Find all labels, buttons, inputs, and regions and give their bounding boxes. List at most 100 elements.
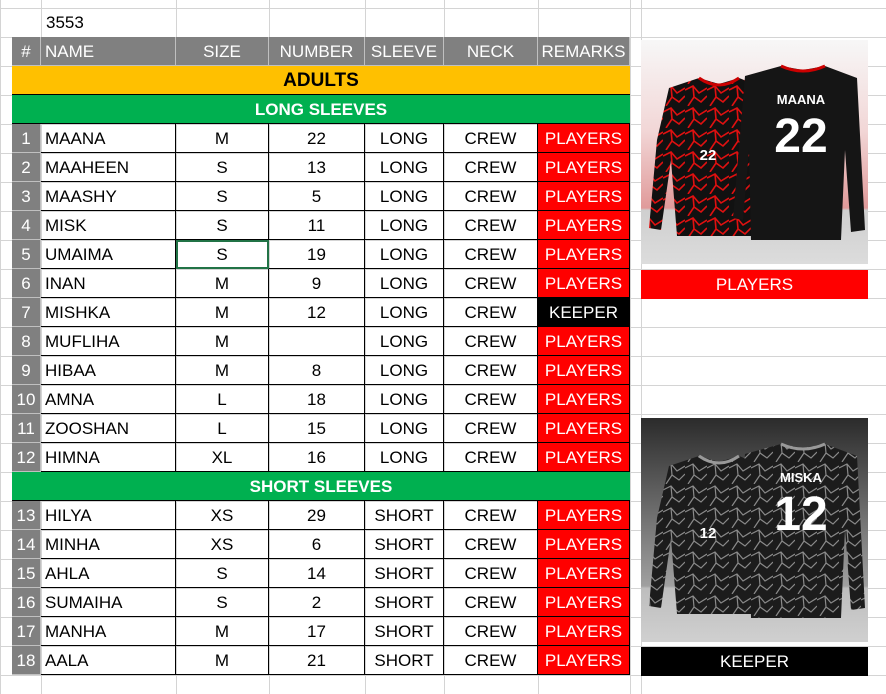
sleeve-cell[interactable]: LONG	[365, 443, 444, 472]
neck-cell[interactable]: CREW	[444, 414, 538, 443]
short-sleeves-title[interactable]: SHORT SLEEVES	[12, 472, 630, 501]
row-number-cell[interactable]: 4	[12, 211, 41, 240]
sleeve-cell[interactable]: SHORT	[365, 646, 444, 675]
long-sleeves-title[interactable]: LONG SLEEVES	[12, 95, 630, 124]
name-cell[interactable]: MINHA	[41, 530, 176, 559]
remarks-cell[interactable]: PLAYERS	[538, 124, 630, 153]
name-cell[interactable]: HIBAA	[41, 356, 176, 385]
remarks-cell[interactable]: KEEPER	[538, 298, 630, 327]
neck-cell[interactable]: CREW	[444, 385, 538, 414]
row-number-cell[interactable]: 3	[12, 182, 41, 211]
neck-cell[interactable]: CREW	[444, 356, 538, 385]
jersey-number-cell[interactable]: 2	[269, 588, 365, 617]
name-cell[interactable]: MISK	[41, 211, 176, 240]
name-cell[interactable]: SUMAIHA	[41, 588, 176, 617]
header-sleeve[interactable]: SLEEVE	[365, 37, 444, 66]
sleeve-cell[interactable]: LONG	[365, 124, 444, 153]
header-number[interactable]: NUMBER	[269, 37, 365, 66]
jersey-number-cell[interactable]: 12	[269, 298, 365, 327]
size-cell[interactable]: M	[176, 298, 269, 327]
sleeve-cell[interactable]: SHORT	[365, 501, 444, 530]
jersey-number-cell[interactable]: 29	[269, 501, 365, 530]
remarks-cell[interactable]: PLAYERS	[538, 443, 630, 472]
neck-cell[interactable]: CREW	[444, 646, 538, 675]
remarks-cell[interactable]: PLAYERS	[538, 414, 630, 443]
row-number-cell[interactable]: 1	[12, 124, 41, 153]
sleeve-cell[interactable]: SHORT	[365, 617, 444, 646]
jersey-number-cell[interactable]: 16	[269, 443, 365, 472]
size-cell[interactable]: S	[176, 559, 269, 588]
name-cell[interactable]: HILYA	[41, 501, 176, 530]
remarks-cell[interactable]: PLAYERS	[538, 646, 630, 675]
row-number-cell[interactable]: 6	[12, 269, 41, 298]
size-cell[interactable]: M	[176, 124, 269, 153]
neck-cell[interactable]: CREW	[444, 588, 538, 617]
jersey-number-cell[interactable]: 9	[269, 269, 365, 298]
row-number-cell[interactable]: 12	[12, 443, 41, 472]
sleeve-cell[interactable]: LONG	[365, 356, 444, 385]
sleeve-cell[interactable]: LONG	[365, 269, 444, 298]
neck-cell[interactable]: CREW	[444, 182, 538, 211]
name-cell[interactable]: MANHA	[41, 617, 176, 646]
neck-cell[interactable]: CREW	[444, 559, 538, 588]
size-cell[interactable]: S	[176, 153, 269, 182]
row-number-cell[interactable]: 18	[12, 646, 41, 675]
row-number-cell[interactable]: 14	[12, 530, 41, 559]
name-cell[interactable]: AALA	[41, 646, 176, 675]
adults-section-title[interactable]: ADULTS	[12, 66, 630, 95]
neck-cell[interactable]: CREW	[444, 501, 538, 530]
jersey-number-cell[interactable]: 21	[269, 646, 365, 675]
sleeve-cell[interactable]: LONG	[365, 327, 444, 356]
row-number-cell[interactable]: 9	[12, 356, 41, 385]
row-number-cell[interactable]: 13	[12, 501, 41, 530]
header-remarks[interactable]: REMARKS	[538, 37, 630, 66]
remarks-cell[interactable]: PLAYERS	[538, 588, 630, 617]
name-cell[interactable]: HIMNA	[41, 443, 176, 472]
name-cell[interactable]: MAASHY	[41, 182, 176, 211]
name-cell[interactable]: ZOOSHAN	[41, 414, 176, 443]
name-cell[interactable]: MISHKA	[41, 298, 176, 327]
players-jersey-image[interactable]: MAANA 22 22	[641, 40, 868, 264]
jersey-number-cell[interactable]: 22	[269, 124, 365, 153]
neck-cell[interactable]: CREW	[444, 211, 538, 240]
header-neck[interactable]: NECK	[444, 37, 538, 66]
neck-cell[interactable]: CREW	[444, 153, 538, 182]
row-number-cell[interactable]: 11	[12, 414, 41, 443]
jersey-number-cell[interactable]: 18	[269, 385, 365, 414]
remarks-cell[interactable]: PLAYERS	[538, 240, 630, 269]
jersey-number-cell[interactable]: 15	[269, 414, 365, 443]
row-number-cell[interactable]: 17	[12, 617, 41, 646]
size-cell[interactable]: M	[176, 617, 269, 646]
players-caption[interactable]: PLAYERS	[641, 270, 868, 299]
neck-cell[interactable]: CREW	[444, 240, 538, 269]
name-cell[interactable]: MUFLIHA	[41, 327, 176, 356]
sleeve-cell[interactable]: LONG	[365, 182, 444, 211]
remarks-cell[interactable]: PLAYERS	[538, 211, 630, 240]
remarks-cell[interactable]: PLAYERS	[538, 153, 630, 182]
name-cell[interactable]: MAAHEEN	[41, 153, 176, 182]
neck-cell[interactable]: CREW	[444, 327, 538, 356]
neck-cell[interactable]: CREW	[444, 617, 538, 646]
header-size[interactable]: SIZE	[176, 37, 269, 66]
sleeve-cell[interactable]: LONG	[365, 414, 444, 443]
size-cell[interactable]: XS	[176, 501, 269, 530]
sleeve-cell[interactable]: SHORT	[365, 559, 444, 588]
jersey-number-cell[interactable]: 11	[269, 211, 365, 240]
cell-order-id[interactable]: 3553	[42, 9, 176, 36]
row-number-cell[interactable]: 2	[12, 153, 41, 182]
jersey-number-cell[interactable]: 17	[269, 617, 365, 646]
remarks-cell[interactable]: PLAYERS	[538, 617, 630, 646]
size-cell[interactable]: L	[176, 414, 269, 443]
jersey-number-cell[interactable]: 6	[269, 530, 365, 559]
sleeve-cell[interactable]: LONG	[365, 211, 444, 240]
neck-cell[interactable]: CREW	[444, 530, 538, 559]
remarks-cell[interactable]: PLAYERS	[538, 385, 630, 414]
remarks-cell[interactable]: PLAYERS	[538, 182, 630, 211]
size-cell[interactable]: M	[176, 269, 269, 298]
sleeve-cell[interactable]: SHORT	[365, 530, 444, 559]
sleeve-cell[interactable]: LONG	[365, 385, 444, 414]
keeper-jersey-image[interactable]: MISKA 12 12	[641, 418, 868, 642]
size-cell[interactable]: S	[176, 211, 269, 240]
size-cell[interactable]: M	[176, 327, 269, 356]
remarks-cell[interactable]: PLAYERS	[538, 501, 630, 530]
